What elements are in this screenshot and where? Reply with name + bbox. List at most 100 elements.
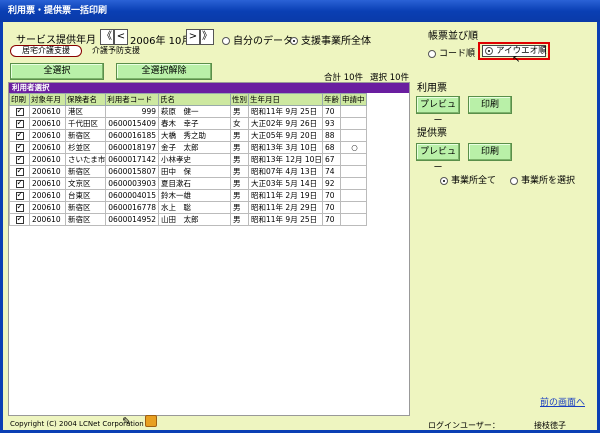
- print-checkbox[interactable]: [15, 203, 24, 212]
- print-checkbox-cell: [9, 141, 30, 154]
- scope-all-option[interactable]: 支援事業所全体: [290, 32, 371, 47]
- cell-name: 夏目漱石: [158, 177, 231, 190]
- table-row[interactable]: 200610新宿区0600016778水上 聡男昭和11年 2月 29日70: [9, 201, 367, 214]
- prev-month-button[interactable]: <: [114, 29, 128, 45]
- cell-gender: 男: [230, 213, 249, 226]
- cell-age: 92: [322, 177, 341, 190]
- print-checkbox[interactable]: [15, 155, 24, 164]
- cell-pending: [340, 117, 367, 130]
- cell-birthdate: 大正03年 5月 14日: [248, 177, 323, 190]
- usage-preview-button[interactable]: プレビュー: [416, 96, 460, 126]
- table-row[interactable]: 200610新宿区0600015807田中 保男昭和07年 4月 13日74: [9, 165, 367, 178]
- cell-pending: [340, 189, 367, 202]
- book-icon[interactable]: [145, 415, 157, 427]
- table-row[interactable]: 200610文京区0600003903夏目漱石男大正03年 5月 14日92: [9, 177, 367, 190]
- prev-year-button[interactable]: 《: [100, 29, 114, 45]
- office-all-option[interactable]: 事業所全て: [440, 173, 496, 186]
- cell-month: 200610: [29, 177, 66, 190]
- print-checkbox[interactable]: [15, 179, 24, 188]
- table-row[interactable]: 200610新宿区0600016185大橋 秀之助男大正05年 9月 20日88: [9, 129, 367, 142]
- cell-name: 田中 保: [158, 165, 231, 178]
- panel-title: 利用者選択: [9, 83, 409, 93]
- back-link[interactable]: 前の画面へ: [540, 395, 585, 408]
- cell-birthdate: 昭和11年 2月 29日: [248, 201, 323, 214]
- radio-selected-icon: [440, 176, 448, 185]
- cell-birthdate: 大正02年 9月 26日: [248, 117, 323, 130]
- tab-care-support[interactable]: 居宅介護支援: [10, 45, 82, 57]
- cell-month: 200610: [29, 141, 66, 154]
- usage-print-button[interactable]: 印刷: [468, 96, 512, 114]
- window-title: 利用票・提供票一括印刷: [0, 0, 600, 22]
- cell-insurer: 新宿区: [64, 213, 107, 226]
- select-all-button[interactable]: 全選択: [10, 63, 104, 80]
- table-row[interactable]: 200610千代田区0600015409春木 幸子女大正02年 9月 26日93: [9, 117, 367, 130]
- cell-user-code: 999: [105, 105, 159, 118]
- print-checkbox[interactable]: [15, 143, 24, 152]
- print-checkbox[interactable]: [15, 107, 24, 116]
- print-checkbox-cell: [9, 189, 30, 202]
- cell-gender: 男: [230, 105, 249, 118]
- table-row[interactable]: 200610杉並区0600018197金子 太郎男昭和13年 3月 10日68○: [9, 141, 367, 154]
- print-checkbox[interactable]: [15, 215, 24, 224]
- cell-birthdate: 昭和11年 9月 25日: [248, 213, 323, 226]
- table-row[interactable]: 200610さいたま市0600017142小林孝史男昭和13年 12月 10日6…: [9, 153, 367, 166]
- tab-prevention-support[interactable]: 介護予防支援: [92, 45, 140, 57]
- cell-age: 67: [322, 153, 341, 166]
- print-checkbox[interactable]: [15, 131, 24, 140]
- provision-print-button[interactable]: 印刷: [468, 143, 512, 161]
- cell-insurer: 台東区: [64, 189, 107, 202]
- print-checkbox-cell: [9, 201, 30, 214]
- table-row[interactable]: 200610港区999萩原 健一男昭和11年 9月 25日70: [9, 105, 367, 118]
- cell-user-code: 0600004015: [105, 189, 159, 202]
- col-pending: 申請中: [340, 93, 367, 106]
- next-month-button[interactable]: >: [186, 29, 200, 45]
- pencil-icon[interactable]: ✎: [122, 415, 131, 428]
- col-print: 印刷: [9, 93, 30, 106]
- table-row[interactable]: 200610新宿区0600014952山田 太郎男昭和11年 9月 25日70: [9, 213, 367, 226]
- radio-selected-icon: [290, 37, 298, 45]
- cell-age: 70: [322, 189, 341, 202]
- cell-insurer: 新宿区: [64, 129, 107, 142]
- table-row[interactable]: 200610台東区0600004015鈴木一雄男昭和11年 2月 19日70: [9, 189, 367, 202]
- cell-month: 200610: [29, 201, 66, 214]
- print-checkbox[interactable]: [15, 167, 24, 176]
- print-checkbox[interactable]: [15, 119, 24, 128]
- col-month: 対象年月: [29, 93, 66, 106]
- office-select-option[interactable]: 事業所を選択: [510, 173, 575, 186]
- cell-birthdate: 昭和11年 2月 19日: [248, 189, 323, 202]
- next-year-button[interactable]: 》: [200, 29, 214, 45]
- service-month-label: サービス提供年月: [16, 35, 96, 46]
- col-age: 年齢: [322, 93, 341, 106]
- cell-insurer: 杉並区: [64, 141, 107, 154]
- office-all-label: 事業所全て: [451, 176, 497, 186]
- provision-slip-title: 提供票: [417, 128, 447, 139]
- cell-insurer: 新宿区: [64, 165, 107, 178]
- provision-preview-button[interactable]: プレビュー: [416, 143, 460, 173]
- cell-month: 200610: [29, 213, 66, 226]
- login-user: 接枝徳子: [534, 421, 566, 430]
- print-checkbox-cell: [9, 117, 30, 130]
- cell-month: 200610: [29, 165, 66, 178]
- office-select-label: 事業所を選択: [521, 176, 576, 186]
- cell-user-code: 0600015807: [105, 165, 159, 178]
- sort-code-option[interactable]: コード順: [428, 46, 475, 59]
- login-label: ログインユーザー：: [428, 421, 500, 430]
- sort-title: 帳票並び順: [428, 31, 478, 42]
- print-checkbox[interactable]: [15, 191, 24, 200]
- cell-insurer: 新宿区: [64, 201, 107, 214]
- print-checkbox-cell: [9, 153, 30, 166]
- cell-pending: [340, 153, 367, 166]
- cell-pending: [340, 213, 367, 226]
- cell-gender: 女: [230, 117, 249, 130]
- cell-gender: 男: [230, 129, 249, 142]
- col-birthdate: 生年月日: [248, 93, 323, 106]
- cell-insurer: さいたま市: [64, 153, 107, 166]
- scope-own-option[interactable]: 自分のデータ: [222, 32, 293, 47]
- cell-user-code: 0600003903: [105, 177, 159, 190]
- user-selection-panel: 利用者選択 印刷 対象年月 保険者名 利用者コード 氏名 性別 生年月日 年齢 …: [8, 82, 410, 416]
- deselect-all-button[interactable]: 全選択解除: [116, 63, 212, 80]
- cell-name: 金子 太郎: [158, 141, 231, 154]
- cell-name: 小林孝史: [158, 153, 231, 166]
- cell-age: 70: [322, 213, 341, 226]
- cell-user-code: 0600016185: [105, 129, 159, 142]
